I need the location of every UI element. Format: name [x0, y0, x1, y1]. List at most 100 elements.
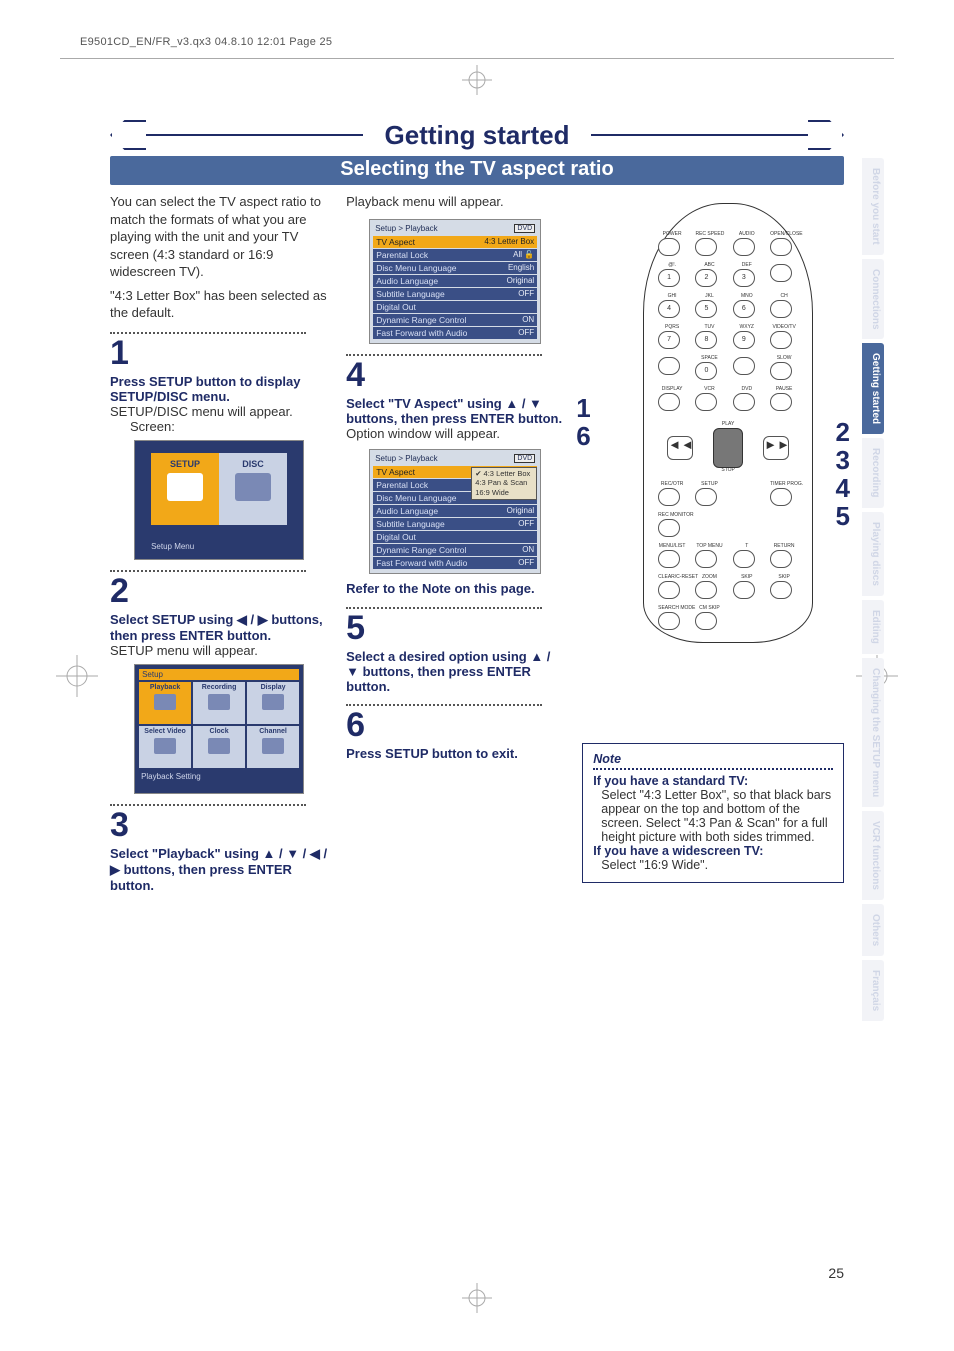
remote-area: 1 6 2 3 4 5 POWERREC SPEEDAUDIOOPEN/CLOS…	[582, 203, 844, 643]
remote-control: POWERREC SPEEDAUDIOOPEN/CLOSE@!.1ABC2DEF…	[643, 203, 813, 643]
chapter-banner: Getting started	[110, 120, 844, 150]
grid-cell: Display	[247, 682, 299, 724]
remote-button-group: MNO6	[733, 294, 761, 318]
side-tab[interactable]: Playing discs	[862, 512, 884, 596]
side-tab[interactable]: VCR functions	[862, 811, 884, 900]
remote-row: PQRS7TUV8WXYZ9VIDEO/TV	[656, 325, 800, 349]
dots-6	[346, 704, 542, 706]
remote-button[interactable]	[770, 300, 792, 318]
remote-button[interactable]	[770, 488, 792, 506]
remote-button[interactable]: 6	[733, 300, 755, 318]
osd-playback-grid: Setup PlaybackRecordingDisplaySelect Vid…	[134, 664, 304, 794]
side-tab[interactable]: Others	[862, 904, 884, 956]
osd-playback-2: Setup > Playback DVD TV AspectParental L…	[369, 449, 541, 574]
remote-button[interactable]	[733, 581, 755, 599]
remote-button-group: TUV8	[695, 325, 723, 349]
dots-1	[110, 332, 306, 334]
osd-row: Parental LockAll 🔓	[373, 249, 537, 261]
remote-button[interactable]	[658, 612, 680, 630]
remote-button-group	[695, 513, 723, 537]
forward-button[interactable]: ►►	[763, 436, 789, 460]
side-tab[interactable]: Before you start	[862, 158, 884, 255]
remote-button[interactable]	[658, 393, 680, 411]
remote-button[interactable]	[658, 550, 680, 568]
remote-button-group	[733, 606, 761, 630]
remote-button-group: ABC2	[695, 263, 723, 287]
note-box: Note If you have a standard TV: Select "…	[582, 743, 844, 883]
remote-button-group: SKIP	[733, 575, 761, 599]
remote-button-group: REC MONITOR	[658, 513, 686, 537]
remote-button[interactable]	[695, 612, 717, 630]
side-tab[interactable]: Français	[862, 960, 884, 1021]
osd-row: Disc Menu LanguageEnglish	[373, 262, 537, 274]
remote-button[interactable]	[770, 581, 792, 599]
remote-button[interactable]: 2	[695, 269, 717, 287]
note-h1: If you have a standard TV:	[593, 774, 748, 788]
intro-p2: "4:3 Letter Box" has been selected as th…	[110, 287, 328, 322]
remote-button[interactable]	[770, 550, 792, 568]
remote-button[interactable]: 1	[658, 269, 680, 287]
remote-button[interactable]	[770, 238, 792, 256]
remote-button[interactable]	[695, 393, 717, 411]
remote-button[interactable]	[770, 362, 792, 380]
remote-button[interactable]	[770, 264, 792, 282]
remote-button[interactable]	[658, 581, 680, 599]
remote-button-group: PQRS7	[658, 325, 686, 349]
remote-button[interactable]	[658, 488, 680, 506]
remote-button-group: WXYZ9	[733, 325, 761, 349]
remote-row: REC MONITOR	[656, 513, 800, 537]
play-button[interactable]	[713, 428, 743, 468]
remote-button[interactable]	[695, 488, 717, 506]
note-p2: Select "16:9 Wide".	[593, 858, 833, 872]
grid-cell: Select Video	[139, 726, 191, 768]
remote-button[interactable]	[770, 393, 792, 411]
remote-button-group: DVD	[733, 387, 761, 411]
remote-button-group: MENU/LIST	[658, 544, 686, 568]
remote-button[interactable]	[658, 238, 680, 256]
remote-button[interactable]	[733, 393, 755, 411]
remote-button-group: REC/OTR	[658, 482, 686, 506]
rewind-button[interactable]: ◄◄	[667, 436, 693, 460]
remote-button[interactable]	[770, 331, 792, 349]
side-tab[interactable]: Editing	[862, 600, 884, 654]
page-number: 25	[828, 1265, 844, 1281]
remote-button-group: JKL5	[695, 294, 723, 318]
remote-button-group	[733, 356, 761, 380]
remote-button[interactable]: 3	[733, 269, 755, 287]
step-4-post: Refer to the Note on this page.	[346, 581, 535, 596]
remote-button[interactable]	[695, 581, 717, 599]
remote-button[interactable]: 7	[658, 331, 680, 349]
remote-play-cluster: ◄◄PLAYSTOP►►	[656, 418, 800, 478]
remote-button[interactable]	[733, 550, 755, 568]
remote-button[interactable]	[733, 357, 755, 375]
remote-button[interactable]: 8	[695, 331, 717, 349]
remote-button-group	[733, 513, 761, 537]
remote-row: SEARCH MODECM SKIP	[656, 606, 800, 630]
remote-button[interactable]	[658, 519, 680, 537]
remote-button-group: CH	[770, 294, 798, 318]
remote-button[interactable]: 0	[695, 362, 717, 380]
remote-button[interactable]	[733, 238, 755, 256]
remote-button-group: TIMER PROG.	[770, 482, 798, 506]
side-tab[interactable]: Recording	[862, 438, 884, 507]
note-p1: Select "4:3 Letter Box", so that black b…	[593, 788, 833, 844]
dots-3	[110, 804, 306, 806]
remote-button[interactable]: 9	[733, 331, 755, 349]
remote-button-group: PAUSE	[770, 387, 798, 411]
remote-button[interactable]	[695, 238, 717, 256]
remote-button-group: POWER	[658, 232, 686, 256]
remote-button[interactable]	[658, 357, 680, 375]
osd-row: Audio LanguageOriginal	[373, 275, 537, 287]
remote-button-group: OPEN/CLOSE	[770, 232, 798, 256]
remote-button[interactable]: 5	[695, 300, 717, 318]
osd-row: Fast Forward with AudioOFF	[373, 327, 537, 339]
side-tab[interactable]: Connections	[862, 259, 884, 340]
side-tab[interactable]: Changing the SETUP menu	[862, 658, 884, 807]
remote-callout-2: 2	[836, 417, 850, 448]
remote-button[interactable]: 4	[658, 300, 680, 318]
side-tab[interactable]: Getting started	[862, 343, 884, 434]
remote-button-group: SLOW	[770, 356, 798, 380]
grid-cell: Recording	[193, 682, 245, 724]
remote-button[interactable]	[695, 550, 717, 568]
step-1-bold: Press SETUP button to display SETUP/DISC…	[110, 374, 300, 404]
